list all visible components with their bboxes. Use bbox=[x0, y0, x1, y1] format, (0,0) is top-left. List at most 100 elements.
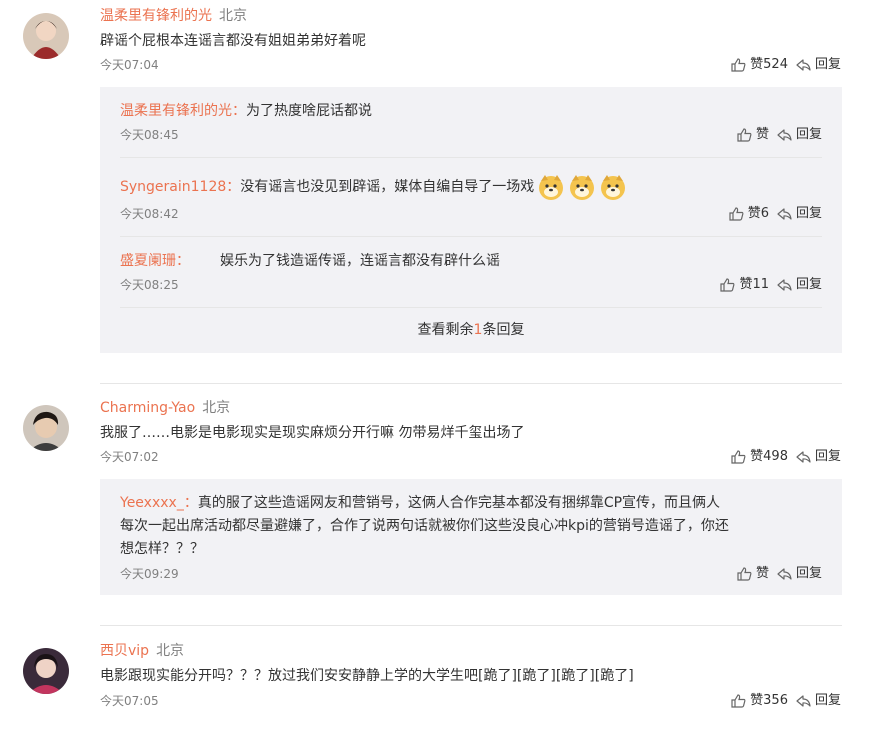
like-label: 赞356 bbox=[750, 693, 788, 708]
comment-header: Charming-Yao 北京 bbox=[100, 397, 230, 419]
reply-content: 没有谣言也没见到辟谣，媒体自编自导了一场戏 bbox=[240, 179, 535, 195]
like-button[interactable]: 赞498 bbox=[731, 448, 788, 466]
comment-time: 今天07:05 bbox=[100, 694, 159, 708]
reply-arrow-icon bbox=[777, 568, 792, 580]
reply-arrow-icon bbox=[777, 279, 792, 291]
divider bbox=[120, 307, 822, 308]
location-label: 北京 bbox=[202, 400, 231, 416]
reply-button[interactable]: 回复 bbox=[777, 126, 822, 144]
reply-button[interactable]: 回复 bbox=[777, 276, 822, 294]
username-link[interactable]: 温柔里有锋利的光 bbox=[100, 8, 212, 24]
reply-actions: 赞11 回复 bbox=[720, 276, 822, 294]
reply-username-link[interactable]: 盛夏阑珊： bbox=[120, 253, 190, 269]
reply-list: Yeexxxx_：真的服了这些造谣网友和营销号，这俩人合作完基本都没有捆绑靠CP… bbox=[100, 479, 842, 595]
reply-label: 回复 bbox=[814, 449, 841, 464]
reply-item: 温柔里有锋利的光：为了热度啥屁话都说 今天08:45 赞 回复 bbox=[100, 87, 842, 157]
reply-actions: 赞 回复 bbox=[737, 565, 822, 583]
doge-emoji-icon bbox=[570, 175, 595, 200]
reply-button[interactable]: 回复 bbox=[777, 565, 822, 583]
reply-label: 回复 bbox=[814, 693, 841, 708]
username-link[interactable]: 西贝vip bbox=[100, 643, 149, 659]
reply-arrow-icon bbox=[796, 695, 811, 707]
comment-actions: 赞356 回复 bbox=[731, 692, 841, 710]
like-button[interactable]: 赞6 bbox=[729, 205, 769, 223]
reply-label: 回复 bbox=[795, 277, 822, 292]
like-label: 赞498 bbox=[750, 449, 788, 464]
comment-item: 温柔里有锋利的光 北京 辟谣个屁根本连谣言都没有姐姐弟弟好着呢 今天07:04 赞… bbox=[0, 0, 885, 380]
comment-time: 今天07:02 bbox=[100, 450, 159, 464]
like-button[interactable]: 赞356 bbox=[731, 692, 788, 710]
thumbs-up-icon bbox=[737, 128, 752, 142]
comment-actions: 赞498 回复 bbox=[731, 448, 841, 466]
reply-item: Yeexxxx_：真的服了这些造谣网友和营销号，这俩人合作完基本都没有捆绑靠CP… bbox=[100, 479, 842, 595]
reply-actions: 赞 回复 bbox=[737, 126, 822, 144]
location-label: 北京 bbox=[156, 643, 185, 659]
reply-item: Syngerain1128：没有谣言也没见到辟谣，媒体自编自导了一场戏 今天08… bbox=[100, 158, 842, 236]
reply-label: 回复 bbox=[795, 127, 822, 142]
reply-text: 盛夏阑珊： 娱乐为了钱造谣传谣，连谣言都没有辟什么谣 bbox=[120, 250, 822, 272]
like-label: 赞 bbox=[755, 566, 769, 581]
comment-header: 西贝vip 北京 bbox=[100, 640, 184, 662]
reply-username-link[interactable]: 温柔里有锋利的光： bbox=[120, 103, 246, 119]
thumbs-up-icon bbox=[731, 450, 746, 464]
reply-arrow-icon bbox=[777, 208, 792, 220]
like-label: 赞524 bbox=[750, 57, 788, 72]
thumbs-up-icon bbox=[731, 694, 746, 708]
comment-actions: 赞524 回复 bbox=[731, 56, 841, 74]
reply-line: 每次一起出席活动都尽量避嫌了，合作了说两句话就被你们这些没良心冲kpi的营销号造… bbox=[120, 518, 729, 534]
thumbs-up-icon bbox=[720, 278, 735, 292]
avatar[interactable] bbox=[23, 13, 69, 59]
username-link[interactable]: Charming-Yao bbox=[100, 400, 195, 416]
view-more-replies-link[interactable]: 查看剩余1条回复 bbox=[100, 319, 842, 341]
like-label: 赞11 bbox=[739, 277, 769, 292]
reply-button[interactable]: 回复 bbox=[796, 56, 841, 74]
like-button[interactable]: 赞 bbox=[737, 565, 769, 583]
avatar[interactable] bbox=[23, 405, 69, 451]
reply-arrow-icon bbox=[777, 129, 792, 141]
comment-time: 今天07:04 bbox=[100, 58, 159, 72]
reply-text: Syngerain1128：没有谣言也没见到辟谣，媒体自编自导了一场戏 bbox=[120, 172, 822, 202]
reply-content: 娱乐为了钱造谣传谣，连谣言都没有辟什么谣 bbox=[220, 253, 500, 269]
reply-button[interactable]: 回复 bbox=[777, 205, 822, 223]
reply-arrow-icon bbox=[796, 59, 811, 71]
like-label: 赞 bbox=[755, 127, 769, 142]
reply-text: Yeexxxx_：真的服了这些造谣网友和营销号，这俩人合作完基本都没有捆绑靠CP… bbox=[120, 492, 822, 561]
like-label: 赞6 bbox=[747, 206, 769, 221]
reply-time: 今天08:25 bbox=[120, 278, 179, 292]
reply-label: 回复 bbox=[795, 206, 822, 221]
thumbs-up-icon bbox=[731, 58, 746, 72]
reply-label: 回复 bbox=[814, 57, 841, 72]
reply-arrow-icon bbox=[796, 451, 811, 463]
like-button[interactable]: 赞11 bbox=[720, 276, 769, 294]
comment-header: 温柔里有锋利的光 北京 bbox=[100, 5, 247, 27]
reply-list: 温柔里有锋利的光：为了热度啥屁话都说 今天08:45 赞 回复 Syngerai… bbox=[100, 87, 842, 353]
redacted-mark bbox=[190, 253, 220, 269]
reply-time: 今天09:29 bbox=[120, 567, 179, 581]
like-button[interactable]: 赞 bbox=[737, 126, 769, 144]
comment-text: 辟谣个屁根本连谣言都没有姐姐弟弟好着呢 bbox=[100, 33, 366, 49]
reply-item: 盛夏阑珊： 娱乐为了钱造谣传谣，连谣言都没有辟什么谣 今天08:25 赞11 回复 bbox=[100, 237, 842, 307]
comment-item: Charming-Yao 北京 我服了……电影是电影现实是现实麻烦分开行嘛 勿带易… bbox=[0, 384, 885, 619]
reply-label: 回复 bbox=[795, 566, 822, 581]
doge-emoji-icon bbox=[539, 175, 564, 200]
doge-emoji-icon bbox=[601, 175, 626, 200]
reply-username-link[interactable]: Yeexxxx_： bbox=[120, 495, 198, 511]
reply-username-link[interactable]: Syngerain1128： bbox=[120, 179, 240, 195]
reply-line: Yeexxxx_：真的服了这些造谣网友和营销号，这俩人合作完基本都没有捆绑靠CP… bbox=[120, 492, 822, 515]
reply-text: 温柔里有锋利的光：为了热度啥屁话都说 bbox=[120, 100, 822, 122]
reply-time: 今天08:45 bbox=[120, 128, 179, 142]
reply-time: 今天08:42 bbox=[120, 207, 179, 221]
avatar[interactable] bbox=[23, 648, 69, 694]
reply-line: 想怎样？？？ bbox=[120, 541, 204, 557]
comment-item: 西贝vip 北京 电影跟现实能分开吗？？？放过我们安安静静上学的大学生吧[跪了][… bbox=[0, 626, 885, 730]
thumbs-up-icon bbox=[737, 567, 752, 581]
reply-content: 真的服了这些造谣网友和营销号，这俩人合作完基本都没有捆绑靠CP宣传，而且俩人 bbox=[197, 495, 721, 511]
like-button[interactable]: 赞524 bbox=[731, 56, 788, 74]
reply-button[interactable]: 回复 bbox=[796, 448, 841, 466]
thumbs-up-icon bbox=[729, 207, 744, 221]
reply-button[interactable]: 回复 bbox=[796, 692, 841, 710]
more-suffix: 条回复 bbox=[482, 322, 525, 338]
comment-text: 电影跟现实能分开吗？？？放过我们安安静静上学的大学生吧[跪了][跪了][跪了][… bbox=[100, 668, 634, 684]
reply-actions: 赞6 回复 bbox=[729, 205, 822, 223]
more-prefix: 查看剩余 bbox=[417, 322, 474, 338]
